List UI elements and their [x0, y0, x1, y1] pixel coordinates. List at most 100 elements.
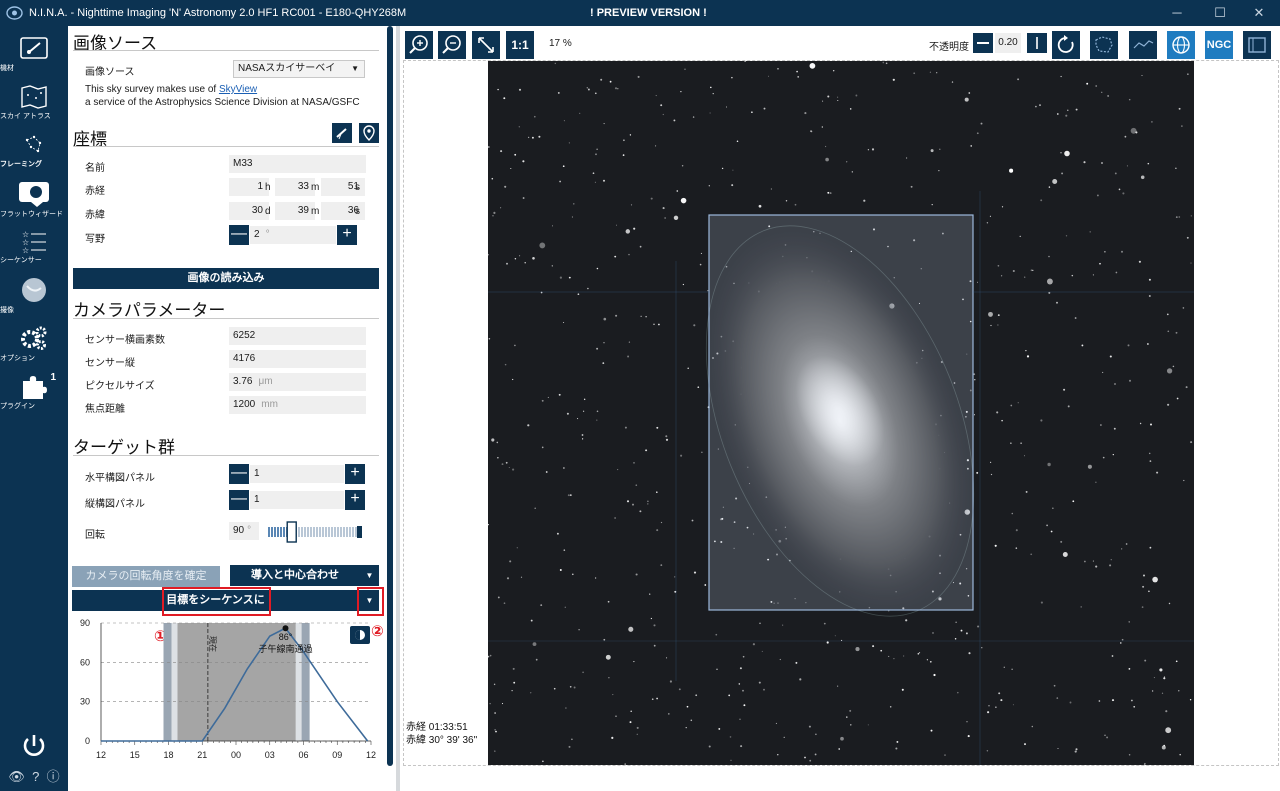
nina-logo-icon — [6, 6, 23, 20]
zoom-in-button[interactable] — [405, 31, 433, 59]
rotation-unit: ° — [247, 525, 252, 536]
imaging-icon — [22, 278, 46, 302]
horizontal-panels-label: 水平構図パネル — [85, 473, 155, 484]
fov-decrease-button[interactable]: — — [229, 225, 249, 245]
slew-and-center-button[interactable]: 導入と中心合わせ — [230, 565, 360, 586]
opacity-field[interactable]: 0.20 — [995, 33, 1021, 53]
nav-options[interactable]: オプション — [0, 324, 68, 372]
vertical-panels-increase[interactable]: + — [345, 490, 365, 510]
sensor-width-field[interactable]: 6252 — [229, 327, 366, 345]
ra-label: 赤経 — [85, 186, 105, 197]
nav-sequencer-label: シーケンサー — [0, 257, 42, 264]
moon-icon — [355, 630, 365, 640]
nav-imaging-label: 撮像 — [0, 307, 14, 314]
location-button[interactable] — [359, 123, 379, 143]
grid-button[interactable] — [1167, 31, 1195, 59]
zoom-out-button[interactable] — [438, 31, 466, 59]
flat-wizard-icon — [19, 182, 49, 207]
maximize-button[interactable]: ☐ — [1211, 4, 1229, 22]
dso-outline-button[interactable] — [1243, 31, 1271, 59]
minimize-button[interactable]: ─ — [1168, 4, 1186, 22]
chevron-down-icon: ▼ — [351, 64, 359, 73]
name-label: 名前 — [85, 163, 105, 174]
power-icon[interactable] — [20, 732, 48, 760]
x-tick-label: 09 — [332, 750, 342, 760]
telescope-coordinates-button[interactable] — [332, 123, 352, 143]
nav-framing[interactable]: フレーミング — [0, 132, 68, 180]
nav-equipment[interactable]: 機材 — [0, 36, 68, 84]
vertical-panels-field[interactable]: 1 — [250, 491, 344, 509]
puzzle-icon — [23, 376, 47, 399]
dec-degrees-field[interactable]: 30 — [229, 202, 269, 220]
nav-flat-label: フラットウィザード — [0, 211, 63, 218]
globe-grid-icon — [1172, 36, 1190, 54]
skyview-link[interactable]: SkyView — [219, 84, 257, 95]
constellation-lines-button[interactable] — [1129, 31, 1157, 59]
nav-imaging[interactable]: 撮像 — [0, 276, 68, 324]
ra-hours-field[interactable]: 1 — [229, 178, 269, 196]
nav-equipment-label: 機材 — [0, 65, 14, 72]
camera-fov-rectangle[interactable] — [708, 214, 974, 611]
rotate-icon — [1057, 35, 1074, 53]
help-icon[interactable]: ? — [32, 769, 39, 784]
sensor-height-field[interactable]: 4176 — [229, 350, 366, 368]
fov-unit: ° — [265, 229, 270, 240]
nav-flat-wizard[interactable]: フラットウィザード — [0, 180, 68, 228]
image-source-select[interactable]: NASAスカイサーベイ ▼ — [233, 60, 365, 78]
section-divider — [73, 50, 379, 51]
zoom-out-icon — [442, 35, 461, 54]
chevron-down-icon: ▼ — [365, 571, 374, 580]
fov-field[interactable]: 2 ° — [250, 226, 336, 244]
dec-minutes-unit: m — [311, 206, 320, 217]
pixel-size-field[interactable]: 3.76 μm — [229, 373, 366, 391]
fit-to-screen-button[interactable] — [472, 31, 500, 59]
constellation-boundaries-button[interactable] — [1090, 31, 1118, 59]
plus-icon — [1036, 37, 1038, 49]
horizontal-panels-increase[interactable]: + — [345, 464, 365, 484]
rotation-field[interactable]: 90 ° — [229, 522, 259, 540]
confirm-camera-rotation-button[interactable]: カメラの回転角度を確定 — [72, 566, 220, 587]
rotation-label: 回転 — [85, 530, 105, 541]
telescope-icon — [20, 37, 48, 59]
horizontal-panels-field[interactable]: 1 — [250, 465, 344, 483]
load-image-button[interactable]: 画像の読み込み — [73, 268, 379, 289]
image-viewer: 1:1 17 % 不透明度 0.20 NGC 赤経 01:33:51 赤緯 30… — [400, 26, 1280, 791]
rotation-slider[interactable] — [266, 521, 364, 543]
ra-minutes-field[interactable]: 33 — [275, 178, 315, 196]
nav-sequencer[interactable]: ☆ ☆ ☆ シーケンサー — [0, 228, 68, 276]
nav-plugins[interactable]: 1 プラグイン — [0, 372, 68, 420]
fov-increase-button[interactable]: + — [337, 225, 357, 245]
target-name-field[interactable]: M33 — [229, 155, 366, 173]
rotate-button[interactable] — [1052, 31, 1080, 59]
nav-skyatlas-label: スカイ アトラス — [0, 113, 51, 120]
slew-options-dropdown[interactable]: ▼ — [360, 565, 379, 586]
image-source-label: 画像ソース — [85, 67, 135, 78]
close-button[interactable]: ✕ — [1250, 4, 1268, 22]
y-tick-label: 90 — [80, 618, 90, 628]
rotation-slider-thumb[interactable] — [286, 521, 297, 543]
info-icon[interactable]: ⓘ — [47, 769, 60, 784]
frame-outline-icon — [1248, 37, 1266, 53]
dec-minutes-field[interactable]: 39 — [275, 202, 315, 220]
eye-icon[interactable]: 👁 — [8, 769, 25, 784]
one-to-one-button[interactable]: 1:1 — [506, 31, 534, 59]
opacity-increase-button[interactable] — [1027, 33, 1047, 53]
minus-icon — [977, 42, 989, 44]
sky-image[interactable] — [488, 61, 1194, 765]
dec-seconds-unit: s — [355, 206, 360, 217]
vertical-panels-decrease[interactable]: — — [229, 490, 249, 510]
panel-scrollbar[interactable] — [387, 26, 393, 766]
focal-length-label: 焦点距離 — [85, 404, 125, 415]
x-tick-label: 15 — [130, 750, 140, 760]
horizontal-panels-decrease[interactable]: — — [229, 464, 249, 484]
ra-seconds-unit: s — [355, 182, 360, 193]
section-divider — [73, 318, 379, 319]
opacity-decrease-button[interactable] — [973, 33, 993, 53]
constellation-boundary-icon — [1095, 36, 1113, 53]
dec-label: 赤緯 — [85, 210, 105, 221]
image-source-value: NASAスカイサーベイ — [238, 63, 336, 74]
nav-skyatlas[interactable]: スカイ アトラス — [0, 84, 68, 132]
ngc-objects-button[interactable]: NGC — [1205, 31, 1233, 59]
focal-length-field[interactable]: 1200 mm — [229, 396, 366, 414]
moon-button[interactable] — [350, 626, 370, 644]
